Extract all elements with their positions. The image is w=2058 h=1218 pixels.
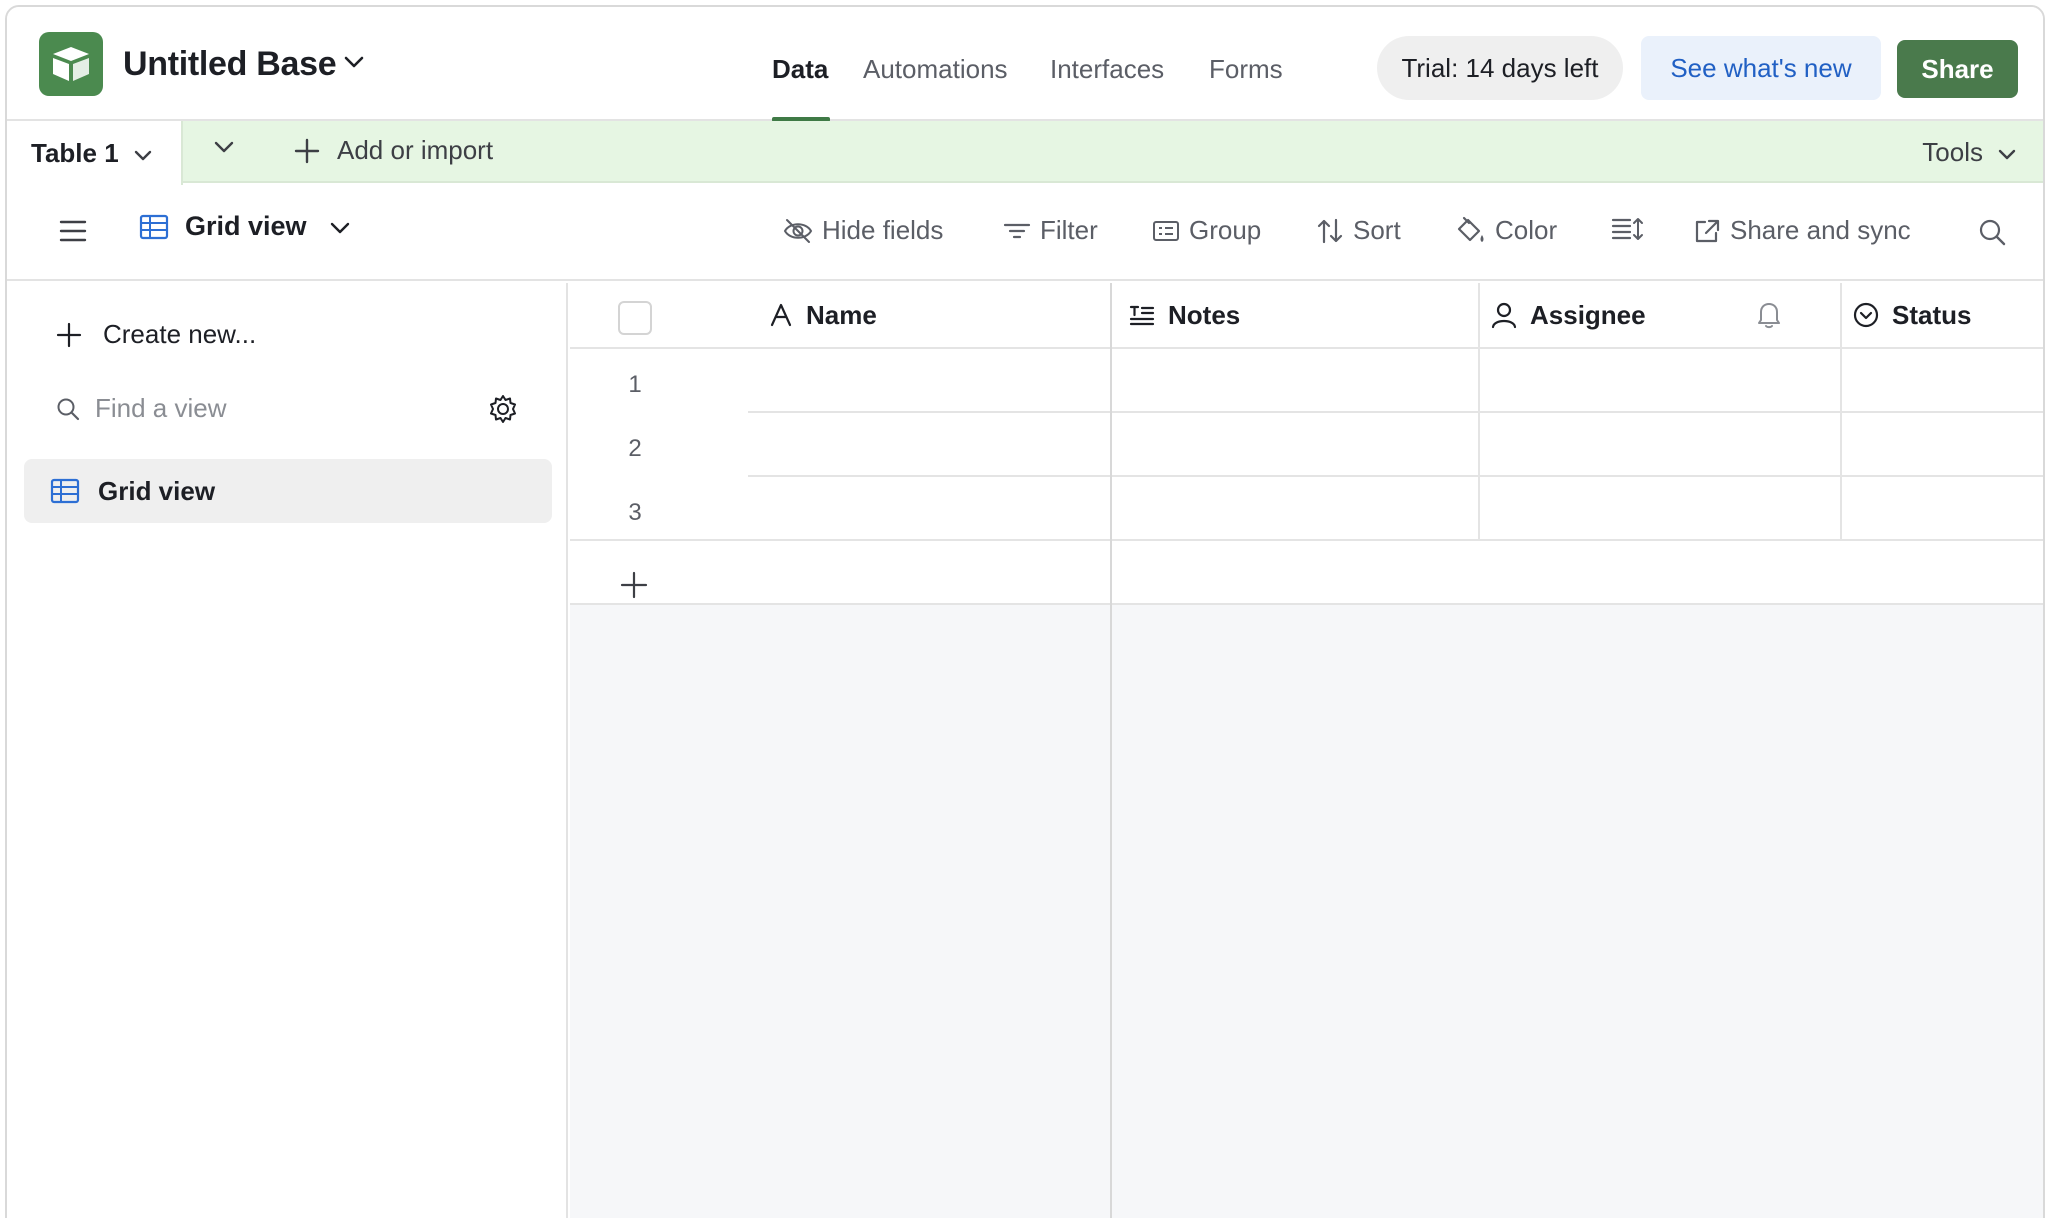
- column-header-notes[interactable]: Notes: [1128, 283, 1240, 347]
- group-button[interactable]: Group: [1151, 215, 1261, 246]
- column-header-assignee[interactable]: Assignee: [1490, 283, 1646, 347]
- text-field-icon: [770, 303, 792, 327]
- color-button[interactable]: Color: [1453, 215, 1557, 246]
- create-new-view-button[interactable]: Create new...: [55, 319, 256, 350]
- column-divider: [1478, 283, 1480, 541]
- share-button[interactable]: Share: [1897, 40, 2018, 98]
- paint-bucket-icon: [1457, 216, 1484, 242]
- chevron-down-icon: [329, 211, 351, 242]
- add-or-import-label: Add or import: [337, 135, 494, 165]
- row-height-icon: [1611, 218, 1643, 240]
- grid-view-icon: [50, 478, 80, 504]
- views-sidebar: Create new... Grid view: [7, 283, 568, 1218]
- header-divider: [570, 347, 2043, 349]
- column-header-label: Name: [806, 299, 877, 330]
- hide-fields-button[interactable]: Hide fields: [782, 215, 943, 246]
- row-number: 2: [628, 435, 642, 462]
- sort-label: Sort: [1353, 215, 1401, 245]
- group-icon: [1153, 220, 1179, 241]
- column-header-name[interactable]: Name: [768, 283, 877, 347]
- sort-button[interactable]: Sort: [1315, 215, 1401, 246]
- column-header-label: Status: [1892, 299, 1972, 330]
- user-icon: [1491, 302, 1517, 329]
- primary-column-divider: [1110, 283, 1112, 1218]
- sort-icon: [1317, 218, 1343, 243]
- table-tab-label: Table 1: [31, 137, 119, 168]
- bell-icon[interactable]: [1755, 299, 1783, 334]
- filter-label: Filter: [1040, 215, 1098, 245]
- view-name: Grid view: [185, 211, 307, 241]
- chevron-down-icon[interactable]: [343, 55, 365, 74]
- row-height-button[interactable]: [1610, 215, 1644, 243]
- column-header-status[interactable]: Status: [1852, 283, 1971, 347]
- filter-button[interactable]: Filter: [1002, 215, 1098, 246]
- view-switcher[interactable]: Grid view: [139, 211, 351, 242]
- tab-automations[interactable]: Automations: [863, 54, 1008, 85]
- search-icon[interactable]: [1977, 217, 2007, 252]
- row-number: 3: [628, 499, 642, 526]
- tab-forms[interactable]: Forms: [1209, 54, 1283, 85]
- chevron-down-icon: [1997, 137, 2017, 168]
- tables-menu-chevron-icon[interactable]: [213, 140, 235, 159]
- column-divider: [1840, 283, 1842, 541]
- view-toolbar: Grid view Hide fields Filter Group Sort …: [7, 185, 2043, 281]
- group-label: Group: [1189, 215, 1262, 245]
- eye-slash-icon: [783, 218, 813, 243]
- trial-badge[interactable]: Trial: 14 days left: [1377, 36, 1623, 100]
- column-header-label: Notes: [1168, 299, 1241, 330]
- gear-icon[interactable]: [487, 393, 519, 430]
- hide-fields-label: Hide fields: [822, 215, 944, 245]
- plus-icon: [56, 322, 82, 347]
- tools-menu-button[interactable]: Tools: [1922, 137, 2017, 168]
- base-logo-icon[interactable]: [39, 32, 103, 96]
- add-or-import-button[interactable]: Add or import: [293, 135, 493, 166]
- hamburger-menu-icon[interactable]: [59, 219, 87, 248]
- row-divider: [570, 539, 2043, 541]
- chevron-down-icon: [133, 138, 153, 169]
- app-window: Untitled Base Data Automations Interface…: [5, 5, 2045, 1218]
- single-select-icon: [1853, 302, 1879, 328]
- sidebar-item-label: Grid view: [98, 475, 216, 506]
- base-title[interactable]: Untitled Base: [123, 45, 337, 84]
- share-and-sync-label: Share and sync: [1730, 215, 1911, 245]
- grid-view-icon: [139, 214, 169, 239]
- row-divider: [748, 475, 2043, 477]
- column-header-label: Assignee: [1530, 299, 1646, 330]
- whats-new-button[interactable]: See what's new: [1641, 36, 1881, 100]
- table-tab-bar: Table 1 Add or import Tools: [7, 121, 2043, 185]
- data-grid: Name Notes Assignee Status 1 2 3: [570, 283, 2043, 1218]
- top-header: Untitled Base Data Automations Interface…: [7, 7, 2043, 122]
- tab-interfaces[interactable]: Interfaces: [1050, 54, 1164, 85]
- find-view-input[interactable]: [95, 393, 395, 424]
- create-new-label: Create new...: [103, 319, 257, 349]
- sidebar-item-grid-view[interactable]: Grid view: [24, 459, 552, 523]
- find-view-search: [55, 393, 405, 424]
- share-and-sync-button[interactable]: Share and sync: [1692, 215, 1911, 246]
- add-row-plus-icon[interactable]: [618, 569, 650, 606]
- search-icon: [57, 398, 80, 420]
- row-divider: [748, 411, 2043, 413]
- grid-bottom-divider: [570, 603, 2043, 605]
- filter-icon: [1003, 223, 1031, 238]
- long-text-icon: [1129, 305, 1155, 326]
- table-tab-table-1[interactable]: Table 1: [7, 121, 183, 185]
- plus-icon: [294, 138, 320, 163]
- external-link-icon: [1695, 219, 1720, 242]
- tab-data[interactable]: Data: [772, 54, 828, 85]
- select-all-checkbox[interactable]: [618, 301, 652, 335]
- color-label: Color: [1495, 215, 1558, 245]
- row-number: 1: [628, 371, 642, 398]
- tools-label: Tools: [1922, 137, 1983, 167]
